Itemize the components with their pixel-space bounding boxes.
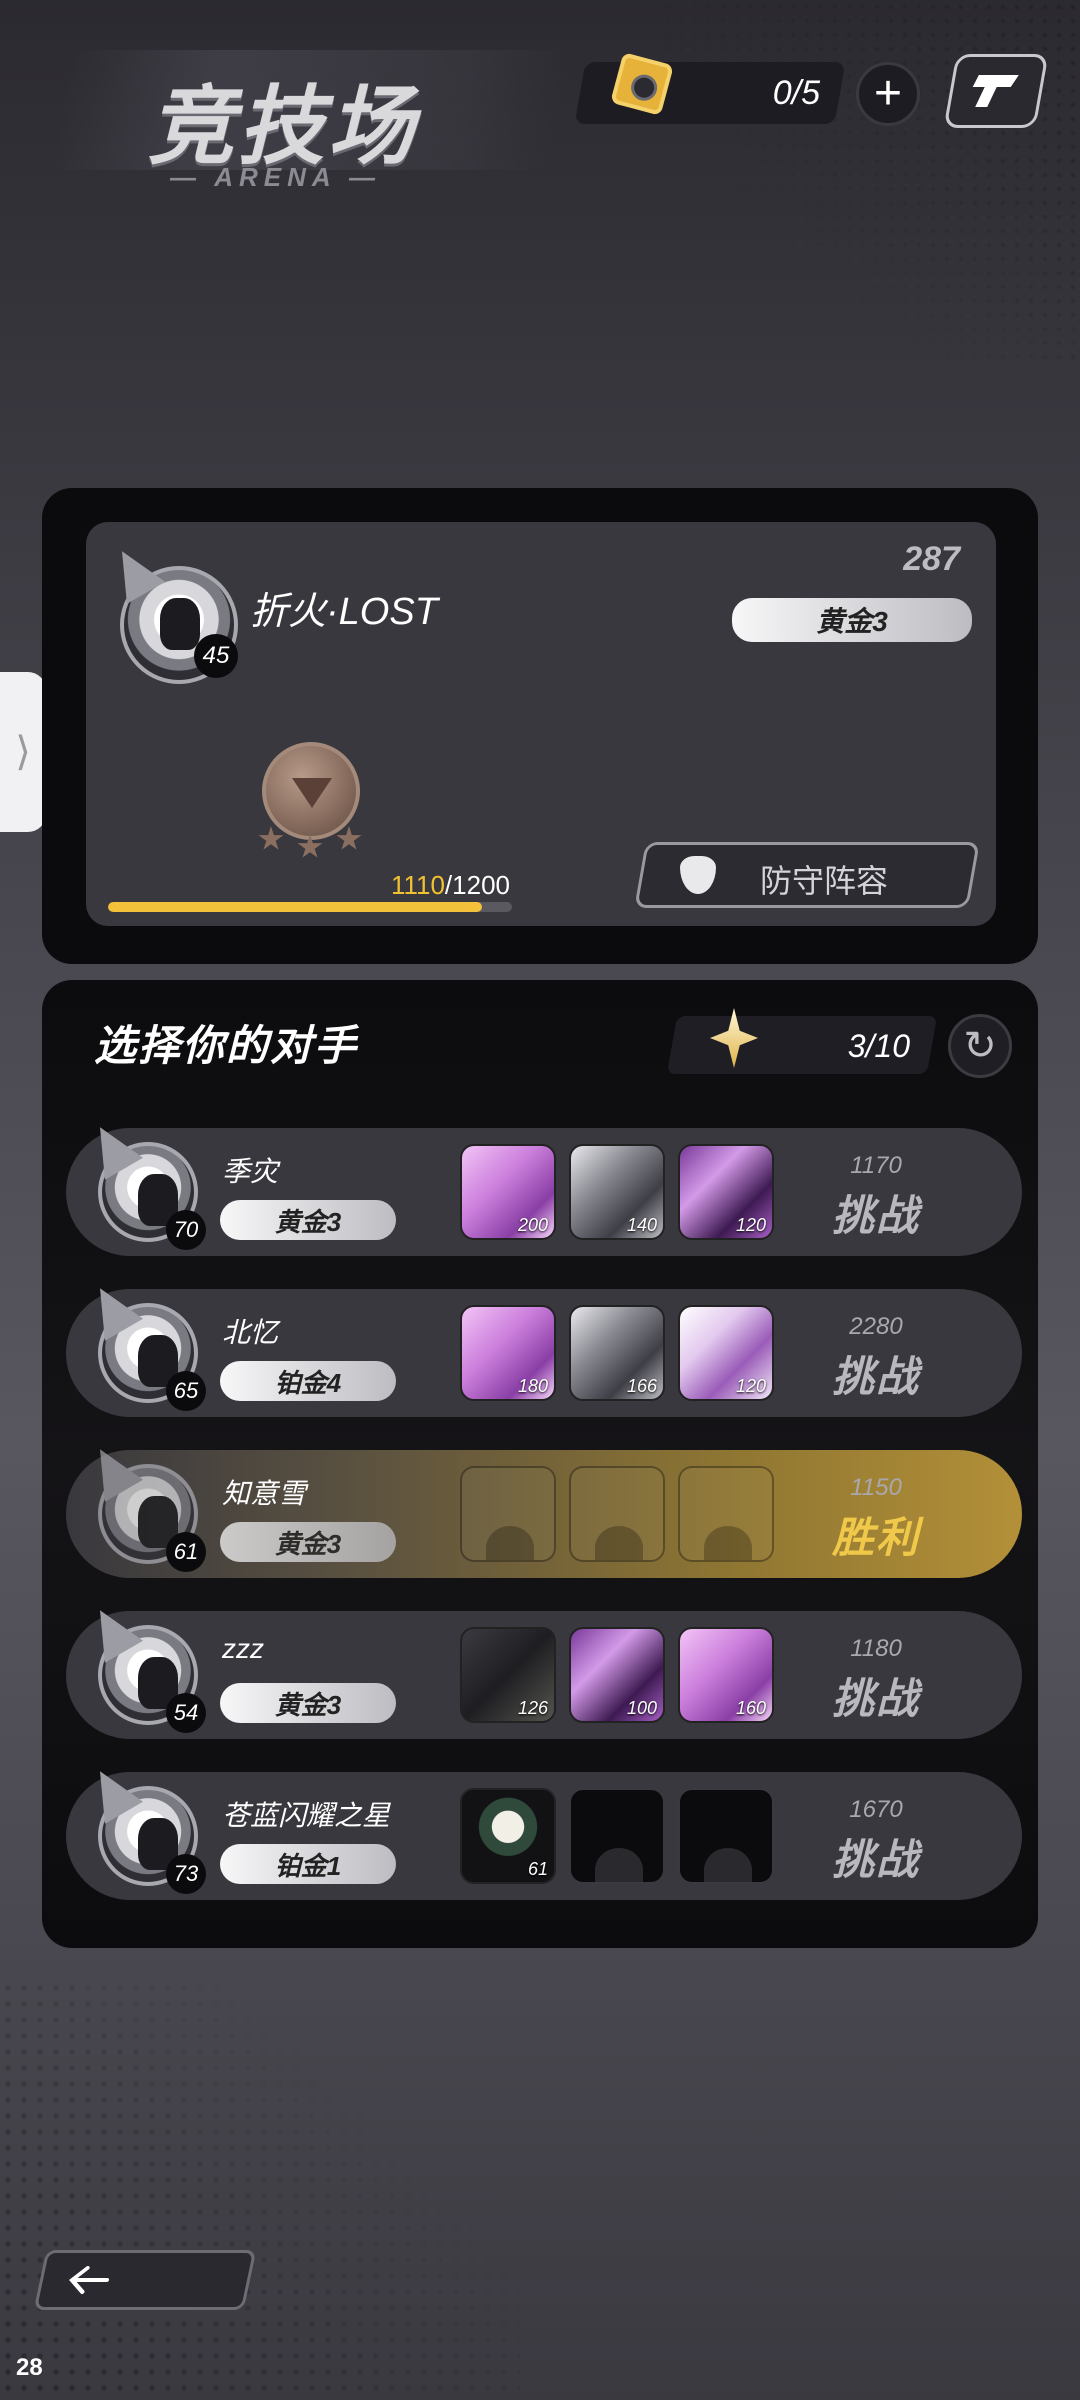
opponent-score: 2280 — [849, 1313, 903, 1340]
opponent-level: 61 — [166, 1532, 206, 1572]
halftone-decoration — [0, 1980, 520, 2400]
member-power: 126 — [517, 1698, 548, 1718]
opponent-rank-badge: 铂金4 — [220, 1361, 396, 1401]
challenge-button[interactable]: 挑战 — [796, 1826, 956, 1887]
xp-max: 1200 — [452, 870, 510, 900]
member-power: 160 — [735, 1698, 766, 1718]
opponent-score: 1170 — [850, 1152, 902, 1179]
arrow-left-icon — [69, 2266, 110, 2294]
team-member-slot: 120 — [678, 1144, 774, 1240]
add-ticket-button[interactable]: + — [856, 62, 920, 126]
opponent-name: 季灾 — [222, 1156, 279, 1187]
plus-icon: + — [873, 67, 903, 120]
opponent-score: 1180 — [850, 1635, 902, 1662]
ticket-count: 0/5 — [772, 74, 820, 112]
xp-progress-bar — [108, 902, 512, 912]
member-power: 140 — [626, 1215, 657, 1235]
opponent-level: 54 — [166, 1693, 206, 1733]
refresh-opponents-button[interactable]: ↻ — [948, 1014, 1012, 1078]
member-power: 166 — [626, 1376, 657, 1396]
opponent-rank-badge: 黄金3 — [220, 1200, 396, 1240]
member-power: 180 — [517, 1376, 548, 1396]
member-power: 100 — [626, 1698, 657, 1718]
team-member-slot: 61 — [460, 1788, 556, 1884]
opponent-level: 73 — [166, 1854, 206, 1894]
member-power: 120 — [735, 1376, 766, 1396]
team-member-slot: 200 — [460, 1144, 556, 1240]
member-power: 61 — [527, 1859, 548, 1879]
xp-current: 1110 — [390, 870, 445, 900]
opponent-rank-badge: 黄金3 — [220, 1683, 396, 1723]
team-member-slot: 160 — [678, 1627, 774, 1723]
member-power: 120 — [735, 1215, 766, 1235]
challenge-count: 3/10 — [847, 1028, 910, 1064]
opponent-rank-badge: 黄金3 — [220, 1522, 396, 1562]
page-subtitle: — ARENA — — [170, 162, 381, 192]
xp-readout: 1110/1200 — [390, 870, 510, 900]
opponent-name: 北忆 — [222, 1317, 279, 1348]
opponent-level: 65 — [166, 1371, 206, 1411]
challenge-button[interactable]: 挑战 — [796, 1343, 956, 1404]
team-member-slot — [569, 1466, 665, 1562]
opponent-name: zzz — [222, 1633, 264, 1664]
xp-progress-fill — [108, 902, 482, 912]
challenge-button[interactable]: 挑战 — [796, 1665, 956, 1726]
player-score: 287 — [903, 540, 960, 578]
shop-button[interactable] — [943, 54, 1049, 128]
team-member-slot: 180 — [460, 1305, 556, 1401]
team-member-slot — [678, 1466, 774, 1562]
shop-icon — [972, 75, 1019, 107]
opponent-level: 70 — [166, 1210, 206, 1250]
challenge-button[interactable]: 挑战 — [796, 1182, 956, 1243]
team-member-slot — [569, 1788, 665, 1884]
team-member-slot — [460, 1466, 556, 1562]
team-member-slot: 140 — [569, 1144, 665, 1240]
team-member-slot: 166 — [569, 1305, 665, 1401]
player-name: 折火·LOST — [250, 591, 438, 633]
back-button[interactable] — [33, 2250, 257, 2310]
victory-label: 胜利 — [831, 1514, 920, 1561]
refresh-icon: ↻ — [963, 1024, 997, 1068]
chevron-right-icon: ⟩ — [15, 730, 31, 774]
team-member-slot: 100 — [569, 1627, 665, 1723]
player-rank-badge: 黄金3 — [732, 598, 972, 642]
team-member-slot: 120 — [678, 1305, 774, 1401]
opponent-rank-badge: 铂金1 — [220, 1844, 396, 1884]
member-power: 200 — [517, 1215, 548, 1235]
defense-lineup-label: 防守阵容 — [760, 863, 889, 899]
section-title: 选择你的对手 — [94, 1022, 359, 1069]
opponent-name: 苍蓝闪耀之星 — [222, 1800, 391, 1831]
team-member-slot: 126 — [460, 1627, 556, 1723]
opponent-name: 知意雪 — [222, 1478, 307, 1509]
team-member-slot — [678, 1788, 774, 1884]
player-level: 45 — [194, 634, 238, 678]
side-drawer-tab[interactable]: ⟩ — [0, 672, 46, 832]
rank-medal-icon — [262, 742, 360, 840]
fps-counter: 28 — [16, 2354, 43, 2381]
opponent-score: 1150 — [850, 1474, 902, 1501]
opponent-score: 1670 — [849, 1796, 903, 1823]
